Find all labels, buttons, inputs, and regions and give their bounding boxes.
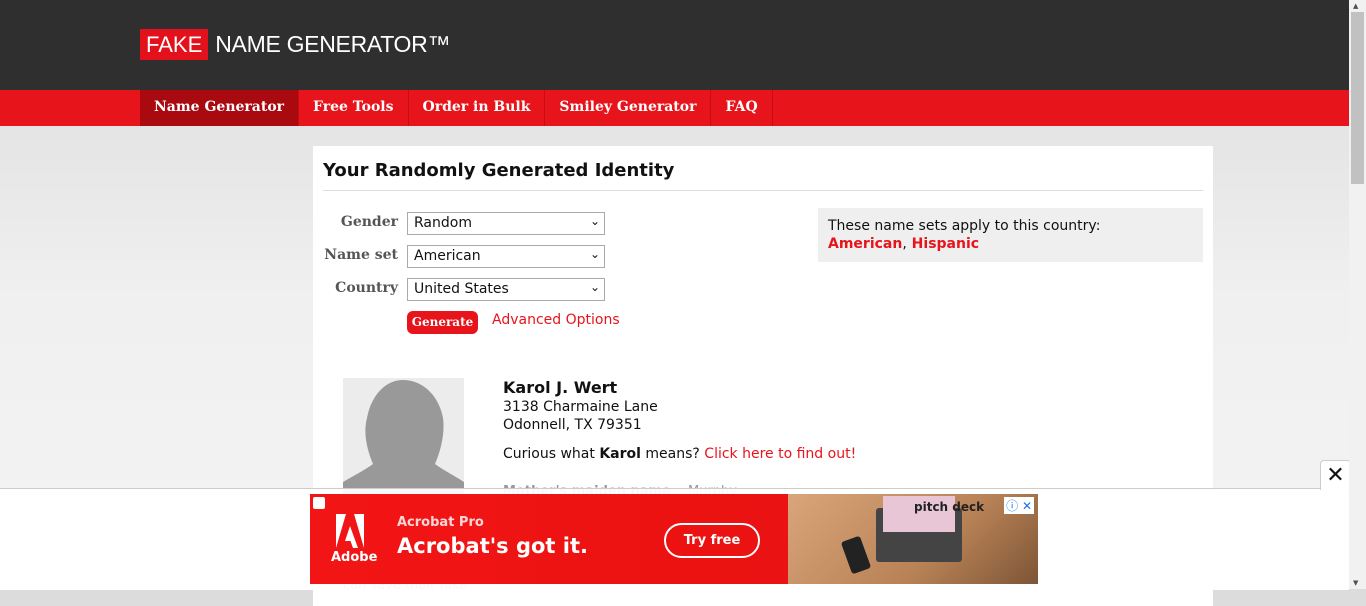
close-icon: ✕ [1326, 463, 1345, 488]
country-select-value: United States [414, 281, 509, 297]
link-separator: , [902, 236, 907, 252]
main-nav: Name Generator Free Tools Order in Bulk … [0, 90, 1349, 126]
identity-address-line1: 3138 Charmaine Lane [503, 399, 658, 415]
ad-brand: Adobe [331, 550, 378, 565]
ad-product: Acrobat Pro [397, 515, 484, 530]
logo-wordmark: NAME GENERATOR™ [215, 31, 451, 57]
nav-free-tools[interactable]: Free Tools [299, 90, 409, 126]
link-hispanic[interactable]: Hispanic [912, 236, 979, 252]
country-select[interactable]: United States ⌄ [407, 278, 605, 301]
scroll-up-arrow-icon[interactable]: ▲ [1353, 2, 1358, 10]
nameset-links: American, Hispanic [828, 236, 979, 252]
page-scrollbar[interactable]: ▲ ▼ [1349, 0, 1366, 589]
pitch-deck-text: pitch deck [914, 500, 985, 514]
name-meaning-link[interactable]: Click here to find out! [704, 446, 856, 462]
title-divider [323, 190, 1203, 191]
site-logo[interactable]: FAKE NAME GENERATOR™ [140, 29, 450, 60]
gender-select[interactable]: Random ⌄ [407, 212, 605, 235]
close-ad-button[interactable]: ✕ [1320, 460, 1351, 490]
nameset-select-value: American [414, 248, 481, 264]
curious-name: Karol [599, 446, 641, 462]
phone-graphic [840, 535, 872, 575]
nameset-label: Name set [324, 247, 398, 263]
country-label: Country [335, 280, 398, 296]
scrollbar-thumb[interactable] [1351, 12, 1364, 184]
nav-faq[interactable]: FAQ [711, 90, 773, 126]
gender-label: Gender [340, 214, 398, 230]
adobe-banner-ad[interactable]: Adobe Acrobat Pro Acrobat's got it. Try … [310, 494, 1038, 584]
adchoices-icon[interactable]: ⓘ ✕ [1004, 497, 1034, 514]
name-meaning-prompt: Curious what Karol means? Click here to … [503, 446, 856, 462]
ad-headline: Acrobat's got it. [397, 534, 588, 558]
logo-fake-badge: FAKE [140, 29, 209, 60]
generate-button[interactable]: Generate [407, 311, 478, 334]
ad-shield-icon [313, 497, 325, 509]
country-nameset-info: These name sets apply to this country: A… [818, 208, 1203, 262]
curious-suffix: means? [645, 446, 700, 462]
nav-name-generator[interactable]: Name Generator [140, 90, 300, 126]
gender-select-value: Random [414, 215, 472, 231]
link-american[interactable]: American [828, 236, 902, 252]
nav-smiley-generator[interactable]: Smiley Generator [545, 90, 712, 126]
identity-address-line2: Odonnell, TX 79351 [503, 417, 642, 433]
site-header: FAKE NAME GENERATOR™ [0, 0, 1349, 90]
adobe-logo-icon [336, 514, 364, 548]
page-title: Your Randomly Generated Identity [323, 160, 675, 181]
nav-order-in-bulk[interactable]: Order in Bulk [409, 90, 546, 126]
nameset-select[interactable]: American ⌄ [407, 245, 605, 268]
curious-prefix: Curious what [503, 446, 595, 462]
info-text: These name sets apply to this country: [828, 218, 1101, 234]
ad-try-free-button[interactable]: Try free [664, 523, 760, 558]
chevron-down-icon: ⌄ [589, 214, 600, 228]
chevron-down-icon: ⌄ [589, 247, 600, 261]
identity-name: Karol J. Wert [503, 378, 618, 397]
scroll-down-arrow-icon[interactable]: ▼ [1353, 579, 1358, 587]
ad-photo: pitch deck [788, 494, 1038, 584]
chevron-down-icon: ⌄ [589, 280, 600, 294]
advanced-options-link[interactable]: Advanced Options [492, 312, 620, 328]
